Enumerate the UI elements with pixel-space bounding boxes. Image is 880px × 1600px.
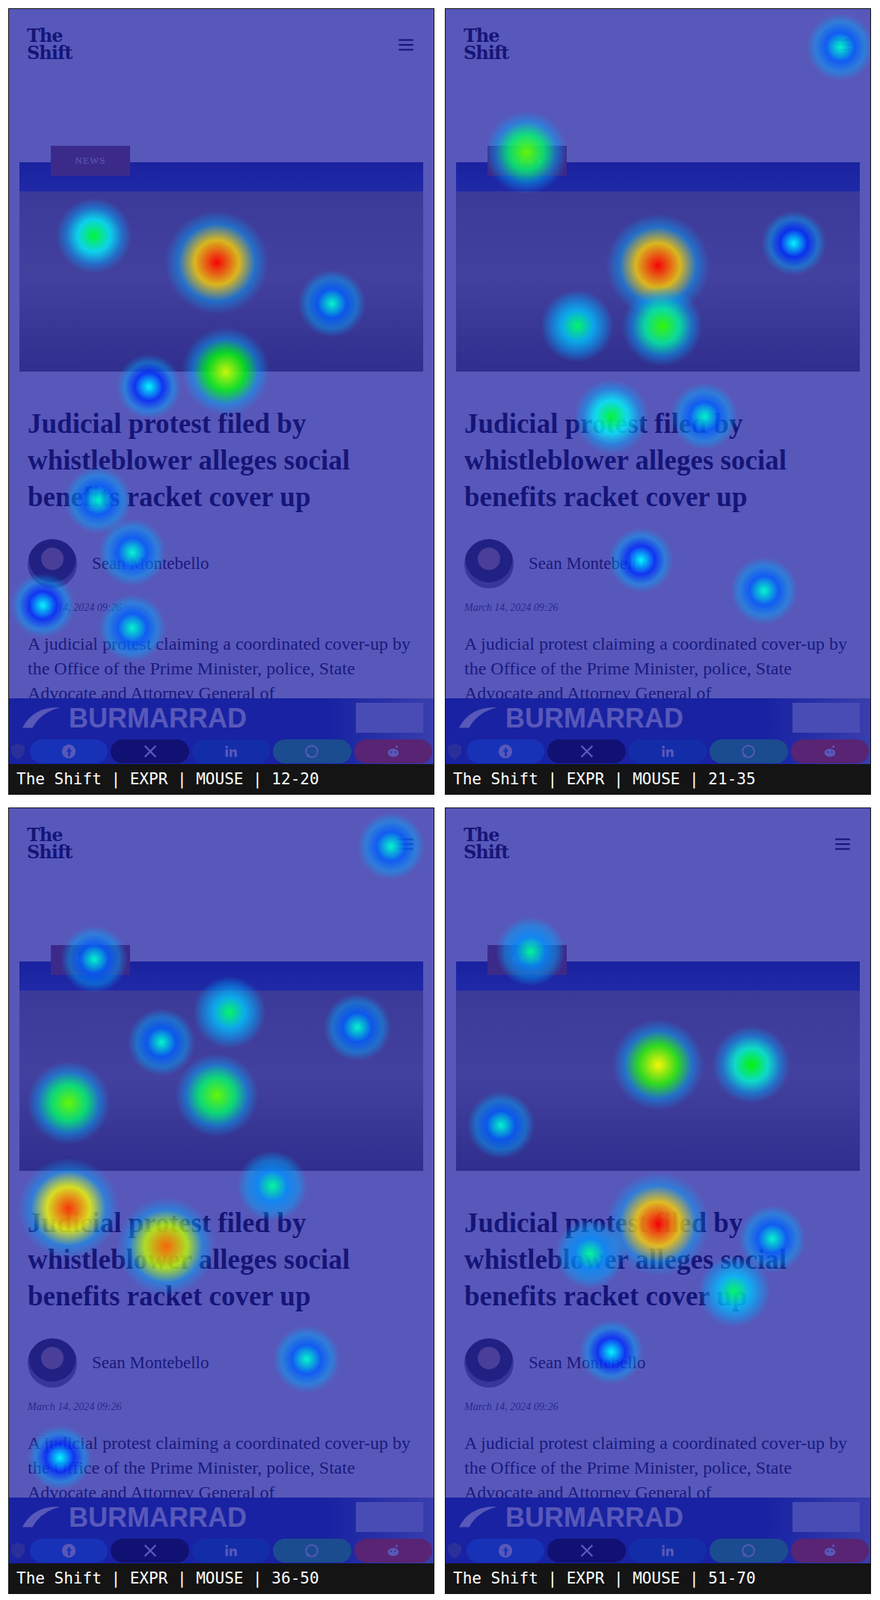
heat-spot (612, 1019, 705, 1112)
panel-caption: The Shift | EXPR | MOUSE | 12-20 (8, 764, 434, 795)
panel-caption: The Shift | EXPR | MOUSE | 51-70 (445, 1563, 871, 1594)
heatmap-overlay (445, 808, 871, 1564)
mobile-screen: TheShiftNEWSJudicial protest filed by wh… (8, 808, 434, 1564)
heat-spot (322, 992, 392, 1061)
heat-spot (174, 1053, 259, 1138)
heat-spot (466, 1091, 535, 1160)
heat-spot (484, 110, 569, 195)
heatmap-panel: TheShiftNEWSJudicial protest filed by wh… (8, 807, 435, 1595)
mobile-screen: TheShiftNEWSJudicial protest filed by wh… (8, 8, 434, 765)
heat-spot (116, 353, 183, 420)
heatmap-overlay (8, 8, 434, 765)
heat-spot (540, 289, 614, 363)
heat-spot (10, 572, 77, 639)
heat-spot (17, 1157, 120, 1260)
heat-spot (730, 556, 799, 625)
heat-spot (56, 197, 133, 274)
heat-spot (670, 382, 739, 451)
heat-spot (711, 1025, 791, 1105)
heatmap-panel: TheShiftNEWSJudicial protest filed by wh… (444, 807, 872, 1595)
heat-spot (578, 1318, 645, 1385)
heatmap-overlay (8, 808, 434, 1564)
heat-spot (573, 379, 650, 456)
mobile-screen: TheShiftNEWSJudicial protest filed by wh… (445, 808, 871, 1564)
heat-spot (761, 210, 827, 276)
heatmap-grid: TheShiftNEWSJudicial protest filed by wh… (0, 0, 880, 1600)
heat-spot (180, 326, 270, 416)
heat-spot (116, 1196, 217, 1296)
heat-spot (127, 1008, 196, 1077)
heat-spot (494, 916, 566, 988)
heat-spot (554, 1218, 626, 1290)
heatmap-panel: TheShiftNEWSJudicial protest filed by wh… (444, 8, 872, 795)
panel-caption: The Shift | EXPR | MOUSE | 21-35 (445, 764, 871, 795)
heatmap-panel: TheShiftNEWSJudicial protest filed by wh… (8, 8, 435, 795)
heat-spot (26, 1060, 111, 1145)
panel-caption: The Shift | EXPR | MOUSE | 36-50 (8, 1563, 434, 1594)
heat-spot (59, 925, 128, 994)
heat-spot (26, 1425, 93, 1491)
heat-spot (608, 527, 675, 594)
heat-spot (806, 12, 871, 81)
heat-spot (738, 1204, 807, 1273)
heatmap-overlay (445, 8, 871, 765)
heat-spot (621, 285, 703, 368)
heat-spot (97, 594, 166, 663)
heat-spot (272, 1325, 341, 1394)
heat-spot (97, 518, 166, 587)
heat-spot (192, 975, 267, 1049)
heat-spot (164, 210, 270, 315)
heat-spot (237, 1150, 309, 1222)
heat-spot (357, 811, 426, 880)
heat-spot (297, 269, 366, 338)
mobile-screen: TheShiftNEWSJudicial protest filed by wh… (445, 8, 871, 765)
